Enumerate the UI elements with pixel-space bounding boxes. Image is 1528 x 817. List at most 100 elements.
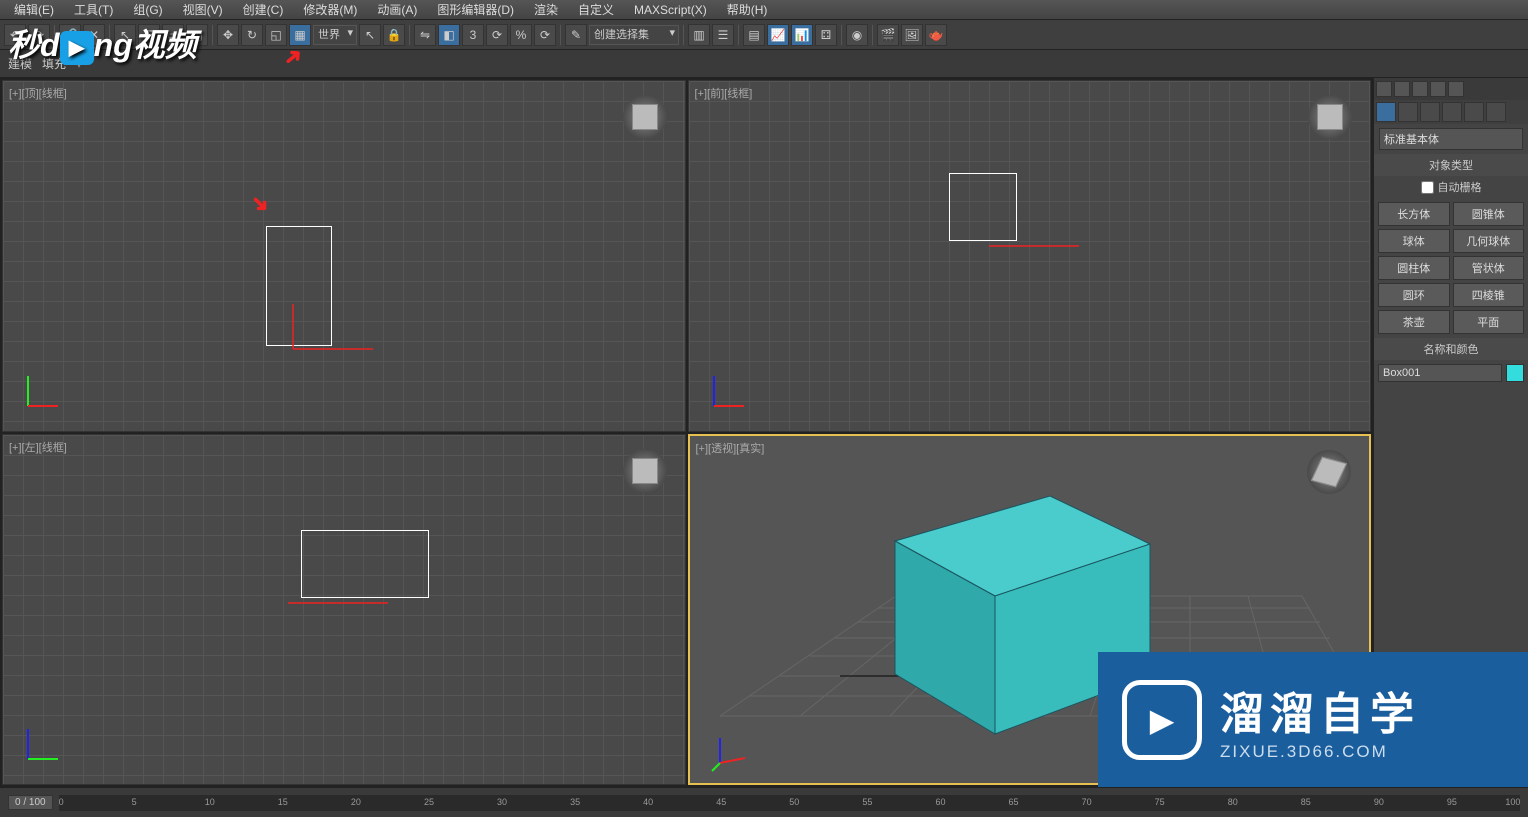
- utilities-tab[interactable]: [1486, 102, 1506, 122]
- axis-line-front: [989, 236, 1099, 256]
- move-btn[interactable]: ✥: [217, 24, 239, 46]
- viewport-left[interactable]: [+][左][线框]: [2, 434, 686, 786]
- menu-modifiers[interactable]: 修改器(M): [293, 0, 367, 20]
- viewport-top[interactable]: [+][顶][线框] ➜: [2, 80, 686, 432]
- modify-tab[interactable]: [1398, 102, 1418, 122]
- primitive-pyramid[interactable]: 四棱锥: [1453, 283, 1525, 307]
- render-setup-btn[interactable]: 🎬: [877, 24, 899, 46]
- command-panel-top-icons: [1374, 78, 1528, 100]
- separator: [683, 25, 684, 45]
- ribbon-label-fill[interactable]: 填充: [42, 55, 66, 72]
- primitive-cone[interactable]: 圆锥体: [1453, 202, 1525, 226]
- primitive-plane[interactable]: 平面: [1453, 310, 1525, 334]
- menu-animation[interactable]: 动画(A): [367, 0, 427, 20]
- spinner-snap-btn[interactable]: ⟳: [534, 24, 556, 46]
- material-editor-btn[interactable]: ◉: [846, 24, 868, 46]
- undo-btn[interactable]: ↶: [4, 24, 26, 46]
- selection-lock-btn[interactable]: 🔒: [383, 24, 405, 46]
- align-tool-btn[interactable]: ☰: [712, 24, 734, 46]
- menu-create[interactable]: 创建(C): [233, 0, 294, 20]
- schematic-btn[interactable]: ⚃: [815, 24, 837, 46]
- world-axis-front: [709, 371, 749, 411]
- viewport-left-label[interactable]: [+][左][线框]: [9, 439, 67, 455]
- menu-help[interactable]: 帮助(H): [717, 0, 778, 20]
- display-tab[interactable]: [1464, 102, 1484, 122]
- rotate-btn[interactable]: ↻: [241, 24, 263, 46]
- named-selection-dropdown[interactable]: 创建选择集: [589, 25, 679, 45]
- timeline-bar: 0 / 100 0 5 10 15 20 25 30 35 40 45 50 5…: [0, 787, 1528, 817]
- viewcube-top[interactable]: [623, 95, 667, 139]
- render-frame-btn[interactable]: 🖼: [901, 24, 923, 46]
- scale-btn[interactable]: ◱: [265, 24, 287, 46]
- primitive-geosphere[interactable]: 几何球体: [1453, 229, 1525, 253]
- auto-grid-label: 自动栅格: [1438, 179, 1482, 195]
- primitive-box[interactable]: 长方体: [1378, 202, 1450, 226]
- camera-icon[interactable]: [1430, 81, 1446, 97]
- percent-snap-btn[interactable]: %: [510, 24, 532, 46]
- watermark-title: 溜溜自学: [1220, 678, 1420, 742]
- coordinate-system-dropdown[interactable]: 世界: [313, 25, 357, 45]
- menu-edit[interactable]: 编辑(E): [4, 0, 64, 20]
- unlink-btn[interactable]: ✕: [83, 24, 105, 46]
- redo-btn[interactable]: ↷: [28, 24, 50, 46]
- motion-tab[interactable]: [1442, 102, 1462, 122]
- viewcube-front[interactable]: [1308, 95, 1352, 139]
- separator: [109, 25, 110, 45]
- primitive-sphere[interactable]: 球体: [1378, 229, 1450, 253]
- menu-render[interactable]: 渲染: [524, 0, 568, 20]
- viewport-top-label[interactable]: [+][顶][线框]: [9, 85, 67, 101]
- ribbon-bar: 建模 填充 ▾: [0, 50, 1528, 78]
- pivot-btn[interactable]: ↖: [359, 24, 381, 46]
- menu-tools[interactable]: 工具(T): [64, 0, 123, 20]
- select-btn[interactable]: ↖: [114, 24, 136, 46]
- curve-editor-btn[interactable]: 📈: [767, 24, 789, 46]
- lock-icon[interactable]: [1376, 81, 1392, 97]
- primitive-tube[interactable]: 管状体: [1453, 256, 1525, 280]
- ribbon-label-model: 建模: [8, 55, 32, 72]
- object-name-input[interactable]: Box001: [1378, 364, 1502, 382]
- menu-view[interactable]: 视图(V): [173, 0, 233, 20]
- align-btn[interactable]: ◧: [438, 24, 460, 46]
- axis-gizmo-top: [283, 299, 393, 379]
- auto-grid-checkbox[interactable]: [1421, 181, 1434, 194]
- render-btn[interactable]: 🫖: [925, 24, 947, 46]
- select-name-btn[interactable]: ☰: [138, 24, 160, 46]
- menu-graph[interactable]: 图形编辑器(D): [427, 0, 524, 20]
- wrench-icon[interactable]: [1448, 81, 1464, 97]
- brush-icon[interactable]: [1394, 81, 1410, 97]
- display-icon[interactable]: [1412, 81, 1428, 97]
- editor-btn[interactable]: ✎: [565, 24, 587, 46]
- frame-indicator[interactable]: 0 / 100: [8, 795, 53, 810]
- time-ruler[interactable]: 0 5 10 15 20 25 30 35 40 45 50 55 60 65 …: [59, 795, 1520, 811]
- viewport-front[interactable]: [+][前][线框]: [688, 80, 1372, 432]
- viewport-front-label[interactable]: [+][前][线框]: [695, 85, 753, 101]
- snap-toggle-btn[interactable]: 3: [462, 24, 484, 46]
- mirror-tool-btn[interactable]: ▥: [688, 24, 710, 46]
- auto-grid-row[interactable]: 自动栅格: [1374, 176, 1528, 198]
- watermark-bottom: 溜溜自学 ZIXUE.3D66.COM: [1098, 652, 1528, 787]
- select-region-btn[interactable]: ▭: [162, 24, 184, 46]
- hierarchy-tab[interactable]: [1420, 102, 1440, 122]
- mirror-btn[interactable]: ⇋: [414, 24, 436, 46]
- primitive-cylinder[interactable]: 圆柱体: [1378, 256, 1450, 280]
- axis-line-left: [288, 593, 408, 613]
- viewcube-left[interactable]: [623, 449, 667, 493]
- layer-btn[interactable]: ▤: [743, 24, 765, 46]
- object-color-swatch[interactable]: [1506, 364, 1524, 382]
- box-wireframe-front: [949, 173, 1017, 241]
- menu-customize[interactable]: 自定义: [568, 0, 624, 20]
- world-axis-top: [23, 371, 63, 411]
- menu-maxscript[interactable]: MAXScript(X): [624, 1, 717, 19]
- geometry-category-dropdown[interactable]: 标准基本体: [1379, 128, 1523, 150]
- dope-sheet-btn[interactable]: 📊: [791, 24, 813, 46]
- angle-snap-btn[interactable]: ⟳: [486, 24, 508, 46]
- primitive-teapot[interactable]: 茶壶: [1378, 310, 1450, 334]
- separator: [54, 25, 55, 45]
- primitive-torus[interactable]: 圆环: [1378, 283, 1450, 307]
- create-tab[interactable]: [1376, 102, 1396, 122]
- object-type-header: 对象类型: [1374, 154, 1528, 176]
- link-btn[interactable]: 🔗: [59, 24, 81, 46]
- select-window-btn[interactable]: ◫: [186, 24, 208, 46]
- menu-group[interactable]: 组(G): [123, 0, 172, 20]
- separator: [409, 25, 410, 45]
